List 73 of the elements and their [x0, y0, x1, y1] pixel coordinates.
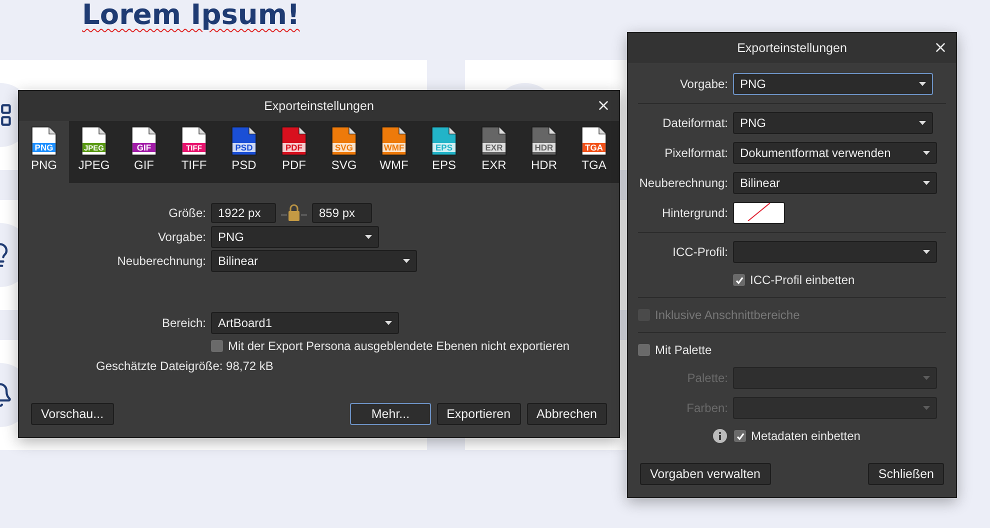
field-label: Pixelformat: — [664, 146, 728, 160]
caret-icon — [923, 151, 930, 155]
format-tab[interactable]: EPS EPS — [419, 121, 469, 183]
field-label: Bereich: — [160, 316, 206, 330]
caret-icon — [923, 406, 930, 410]
dropdown[interactable]: PNG — [733, 73, 933, 95]
file-type-icon: TGA — [581, 126, 607, 156]
close-icon[interactable] — [596, 98, 611, 113]
lock-icon[interactable] — [281, 203, 307, 223]
file-type-icon: PNG — [31, 126, 57, 156]
dialog-button[interactable]: Exportieren — [436, 403, 521, 425]
dialog-title: Exporteinstellungen — [737, 41, 847, 55]
field-label: Vorgabe: — [156, 230, 206, 244]
file-type-icon: GIF — [131, 126, 157, 156]
checkbox-label: Mit der Export Persona ausgeblendete Ebenen nicht exportieren — [228, 339, 570, 353]
preview-button[interactable]: Vorschau... — [31, 403, 114, 425]
format-tab[interactable]: SVG SVG — [319, 121, 369, 183]
page-heading: Lorem Ipsum! — [82, 0, 300, 30]
caret-icon — [365, 235, 372, 239]
dialog-button[interactable]: Abbrechen — [526, 403, 607, 425]
dialog-button[interactable]: Mehr... — [350, 403, 431, 425]
file-type-icon: EXR — [481, 126, 507, 156]
checkbox-label: Inklusive Anschnittbereiche — [655, 308, 800, 322]
field-label: Neuberechnung: — [116, 254, 206, 268]
file-type-icon: PSD — [231, 126, 257, 156]
field-label: Größe: — [168, 206, 206, 220]
format-tab[interactable]: WMF WMF — [369, 121, 419, 183]
color-swatch[interactable] — [733, 202, 785, 224]
file-type-icon: WMF — [381, 126, 407, 156]
format-tab[interactable]: HDR HDR — [519, 121, 569, 183]
checkbox[interactable] — [211, 340, 223, 352]
checkbox[interactable] — [733, 274, 745, 286]
dropdown[interactable]: Bilinear — [733, 172, 937, 194]
close-icon[interactable] — [933, 40, 948, 55]
field-label: ICC-Profil: — [672, 245, 728, 259]
dialog-button[interactable]: Schließen — [868, 463, 944, 485]
field-label: Hintergrund: — [660, 206, 728, 220]
format-tab[interactable]: PSD PSD — [219, 121, 269, 183]
caret-icon — [923, 181, 930, 185]
checkbox-label: ICC-Profil einbetten — [750, 273, 855, 287]
checkbox-label: Metadaten einbetten — [751, 429, 860, 443]
file-size-estimate: Geschätzte Dateigröße: 98,72 kB — [96, 359, 274, 373]
dropdown[interactable]: ArtBoard1 — [211, 312, 399, 334]
caret-icon — [385, 321, 392, 325]
caret-icon — [919, 121, 926, 125]
caret-icon — [403, 259, 410, 263]
checkbox[interactable] — [638, 344, 650, 356]
dialog-button[interactable]: Vorgaben verwalten — [640, 463, 770, 485]
format-tab[interactable]: TGA TGA — [569, 121, 619, 183]
format-tab[interactable]: PNG PNG — [19, 121, 69, 183]
dropdown[interactable]: Dokumentformat verwenden — [733, 142, 937, 164]
file-type-icon: EPS — [431, 126, 457, 156]
field-label: Dateiformat: — [662, 116, 728, 130]
file-type-icon: SVG — [331, 126, 357, 156]
dropdown[interactable]: Bilinear — [211, 250, 417, 272]
caret-icon — [923, 376, 930, 380]
field-label: Neuberechnung: — [638, 176, 728, 190]
format-tab[interactable]: EXR EXR — [469, 121, 519, 183]
info-icon[interactable] — [713, 429, 727, 443]
width-field[interactable]: 1922 px — [211, 203, 276, 223]
file-type-icon: HDR — [531, 126, 557, 156]
dropdown[interactable]: PNG — [211, 226, 379, 248]
format-tab[interactable]: PDF PDF — [269, 121, 319, 183]
field-label: Vorgabe: — [678, 77, 728, 91]
file-type-icon: PDF — [281, 126, 307, 156]
caret-icon — [923, 250, 930, 254]
checkbox-label: Mit Palette — [655, 343, 712, 357]
dialog-title: Exporteinstellungen — [264, 99, 374, 113]
caret-icon — [919, 82, 926, 86]
format-tab[interactable]: GIF GIF — [119, 121, 169, 183]
height-field[interactable]: 859 px — [312, 203, 372, 223]
dropdown[interactable]: PNG — [733, 112, 933, 134]
checkbox[interactable] — [734, 430, 746, 442]
